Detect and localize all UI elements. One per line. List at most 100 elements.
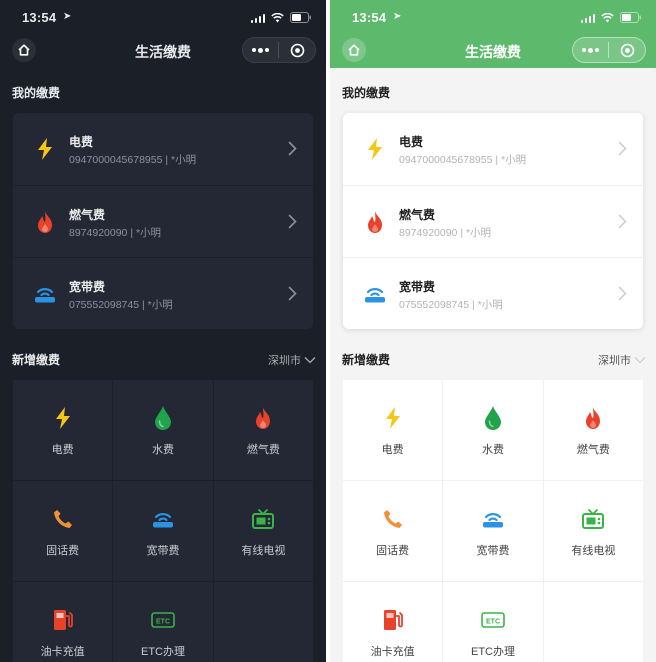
bill-type-tile[interactable]: ETC ETC办理 [113,582,213,662]
svg-text:ETC: ETC [156,619,170,626]
system-indicators [580,12,643,23]
chevron-down-icon [634,357,646,364]
bill-name: 宽带费 [69,280,106,294]
lightning-icon [363,137,387,161]
broadband-icon [33,282,57,306]
phone-icon [343,507,442,531]
bill-type-label: 宽带费 [476,545,510,557]
bill-type-label: 有线电视 [241,545,286,557]
bill-name: 电费 [399,135,424,149]
bill-type-tile[interactable]: 燃气费 [543,380,643,480]
flame-icon [214,406,313,430]
bill-type-tile[interactable]: 油卡充值 [13,582,113,662]
my-bills-card: 电费 0947000045678955 | *小明燃气费 8974920090 | … [13,113,313,329]
chevron-right-icon [288,214,297,234]
svg-text:ETC: ETC [486,619,500,626]
bill-type-tile[interactable]: 宽带费 [443,481,543,581]
more-options-button[interactable] [573,37,608,63]
status-time: 13:54 [22,10,57,25]
chevron-right-icon [288,286,297,306]
bill-type-tile[interactable]: 电费 [13,380,113,480]
flame-icon [33,210,57,234]
battery-icon [620,12,642,23]
target-close-icon [290,43,304,57]
bill-type-tile[interactable]: 水费 [443,380,543,480]
bill-row[interactable]: 电费 0947000045678955 | *小明 [343,113,643,185]
bill-type-label: ETC办理 [470,646,515,658]
bill-type-label: 水费 [151,444,174,456]
etc-icon: ETC [443,608,542,632]
bill-type-label: 固话费 [46,545,80,557]
bill-row[interactable]: 燃气费 8974920090 | *小明 [343,185,643,257]
bill-type-label: 电费 [381,444,404,456]
section-title-new-bills: 新增缴费 [12,353,61,367]
lightning-icon [13,406,112,430]
bill-type-tile[interactable]: 宽带费 [113,481,213,581]
city-selector[interactable]: 深圳市 [598,352,646,368]
flame-icon [544,406,643,430]
bill-type-label: 燃气费 [246,444,280,456]
bill-account: 075552098745 | *小明 [399,299,503,311]
bill-type-label: 宽带费 [146,545,180,557]
status-time: 13:54 [352,10,387,25]
bill-type-label: 油卡充值 [370,646,415,658]
bill-type-tile[interactable]: 油卡充值 [343,582,443,662]
bill-type-tile[interactable]: 固话费 [343,481,443,581]
nav-bar: 生活缴费 [0,34,326,68]
flame-icon [363,210,387,234]
status-bar: 13:54 ➤ [0,0,326,34]
wifi-icon [601,12,614,23]
bill-row[interactable]: 电费 0947000045678955 | *小明 [13,113,313,185]
bill-account: 8974920090 | *小明 [399,227,492,239]
new-bill-grid: 电费 水费 燃气费固话费 宽带费 有线电视油卡充值 ETC ETC办理 [13,380,313,662]
lightning-icon [33,137,57,161]
broadband-icon [363,282,387,306]
bill-account: 0947000045678955 | *小明 [69,154,197,166]
empty-tile [213,582,313,662]
battery-icon [290,12,312,23]
light-mode-screen: 13:54 ➤ 生活缴费 我的缴费 电费0947000045678955 | [330,0,656,662]
chevron-right-icon [618,141,627,161]
dark-mode-screen: 13:54 ➤ 生活缴费 我的缴费 电费0947000045678955 | [0,0,326,662]
bill-account: 0947000045678955 | *小明 [399,154,527,166]
content-area: 我的缴费 电费 0947000045678955 | *小明 燃气费 89749200… [0,68,326,662]
bill-type-tile[interactable]: 有线电视 [213,481,313,581]
bill-type-label: 水费 [481,444,504,456]
bill-type-tile[interactable]: ETC ETC办理 [443,582,543,662]
broadband-icon [113,507,212,531]
bill-name: 燃气费 [69,208,106,222]
bill-type-tile[interactable]: 固话费 [13,481,113,581]
chevron-right-icon [618,286,627,306]
bill-type-tile[interactable]: 水费 [113,380,213,480]
city-label: 深圳市 [598,355,631,367]
wifi-icon [271,12,284,23]
status-bar: 13:54 ➤ [330,0,656,34]
bill-name: 宽带费 [399,280,436,294]
bill-row[interactable]: 燃气费 8974920090 | *小明 [13,185,313,257]
more-options-button[interactable] [243,37,278,63]
city-selector[interactable]: 深圳市 [268,352,316,368]
empty-tile [543,582,643,662]
phone-icon [13,507,112,531]
mini-program-capsule [242,37,316,63]
close-program-button[interactable] [279,37,315,63]
bill-name: 燃气费 [399,208,436,222]
broadband-icon [443,507,542,531]
bill-type-tile[interactable]: 电费 [343,380,443,480]
nav-bar: 生活缴费 [330,34,656,68]
content-area: 我的缴费 电费 0947000045678955 | *小明 燃气费 89749200… [330,68,656,662]
bill-type-label: 有线电视 [571,545,616,557]
mini-program-capsule [572,37,646,63]
close-program-button[interactable] [609,37,645,63]
etc-icon: ETC [113,608,212,632]
bill-row[interactable]: 宽带费 075552098745 | *小明 [13,257,313,329]
bill-type-tile[interactable]: 有线电视 [543,481,643,581]
bill-type-label: 油卡充值 [40,646,85,658]
bill-row[interactable]: 宽带费 075552098745 | *小明 [343,257,643,329]
bill-type-tile[interactable]: 燃气费 [213,380,313,480]
system-indicators [250,12,313,23]
bill-account: 8974920090 | *小明 [69,227,162,239]
fuel-icon [343,608,442,632]
cellular-signal-icon [250,13,265,23]
water-drop-icon [113,406,212,430]
